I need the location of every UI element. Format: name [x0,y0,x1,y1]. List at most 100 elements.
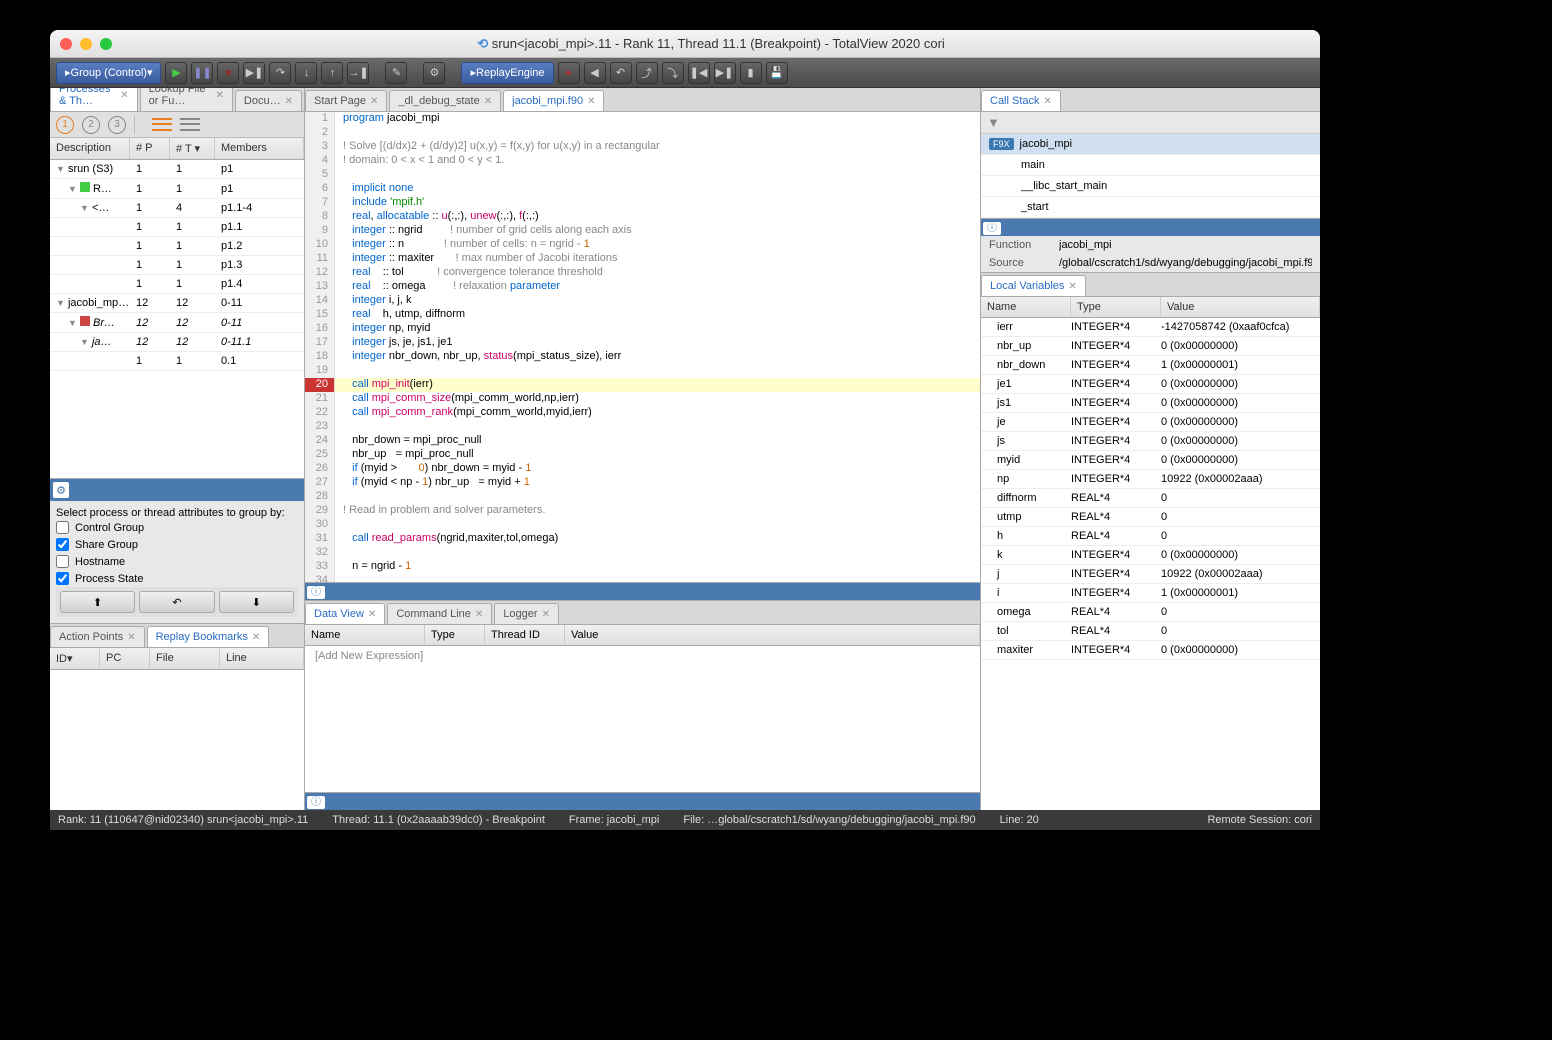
process-row[interactable]: ▼ srun (S3)11p1 [50,160,304,179]
tab-jacobi-source[interactable]: jacobi_mpi.f90✕ [503,90,604,111]
close-icon[interactable]: ✕ [484,96,492,107]
code-line[interactable]: 29! Read in problem and solver parameter… [305,504,980,518]
tab-replay-bookmarks[interactable]: Replay Bookmarks✕ [147,626,270,647]
process-table[interactable]: ▼ srun (S3)11p1▼ R…11p1▼ <…14p1.1-411p1.… [50,160,304,478]
variable-row[interactable]: maxiterINTEGER*40 (0x00000000) [981,641,1320,660]
col-pc[interactable]: PC [100,648,150,669]
code-line[interactable]: 20 call mpi_init(ierr) [305,378,980,392]
stack-frame[interactable]: main [981,155,1320,176]
step-over-icon[interactable]: ↷ [269,62,291,84]
col-members[interactable]: Members [215,138,304,159]
variable-row[interactable]: iINTEGER*41 (0x00000001) [981,584,1320,603]
stack-frame[interactable]: F9Xjacobi_mpi [981,134,1320,155]
view-3-button[interactable]: 3 [108,116,126,134]
variable-row[interactable]: npINTEGER*410922 (0x00002aaa) [981,470,1320,489]
process-row[interactable]: ▼ Br…12120-11 [50,313,304,333]
process-row[interactable]: 11p1.2 [50,237,304,256]
col-id[interactable]: ID▾ [50,648,100,669]
code-line[interactable]: 21 call mpi_comm_size(mpi_comm_world,np,… [305,392,980,406]
run-to-icon[interactable]: →❚ [347,62,369,84]
col-dv-value[interactable]: Value [565,625,980,645]
replay-engine-button[interactable]: ▸ ReplayEngine [461,62,553,84]
step-icon[interactable]: ▶❚ [243,62,265,84]
variable-row[interactable]: myidINTEGER*40 (0x00000000) [981,451,1320,470]
step-out-icon[interactable]: ↑ [321,62,343,84]
stack-frame[interactable]: __libc_start_main [981,176,1320,197]
code-line[interactable]: 11 integer :: maxiter ! max number of Ja… [305,252,980,266]
tab-lookup[interactable]: Lookup File or Fu…✕ [140,88,233,111]
attr-checkbox[interactable]: Control Group [56,519,298,536]
code-line[interactable]: 5 [305,168,980,182]
code-line[interactable]: 16 integer np, myid [305,322,980,336]
code-line[interactable]: 9 integer :: ngrid ! number of grid cell… [305,224,980,238]
minimize-window-icon[interactable] [80,38,92,50]
close-icon[interactable]: ✕ [285,96,293,107]
variable-row[interactable]: js1INTEGER*40 (0x00000000) [981,394,1320,413]
code-line[interactable]: 1program jacobi_mpi [305,112,980,126]
close-window-icon[interactable] [60,38,72,50]
col-var-name[interactable]: Name [981,297,1071,317]
variable-row[interactable]: ierrINTEGER*4-1427058742 (0xaaf0cfca) [981,318,1320,337]
settings-icon[interactable]: ⚙ [423,62,445,84]
attr-checkbox[interactable]: Hostname [56,553,298,570]
process-row[interactable]: ▼ <…14p1.1-4 [50,199,304,218]
code-line[interactable]: 12 real :: tol ! convergence tolerance t… [305,266,980,280]
code-line[interactable]: 28 [305,490,980,504]
variable-row[interactable]: hREAL*40 [981,527,1320,546]
variable-row[interactable]: jINTEGER*410922 (0x00002aaa) [981,565,1320,584]
skip-back-icon[interactable]: ❚◀ [688,62,710,84]
variable-row[interactable]: jsINTEGER*40 (0x00000000) [981,432,1320,451]
code-line[interactable]: 33 n = ngrid - 1 [305,560,980,574]
tab-start-page[interactable]: Start Page✕ [305,90,387,111]
code-line[interactable]: 19 [305,364,980,378]
code-line[interactable]: 6 implicit none [305,182,980,196]
col-dv-thread[interactable]: Thread ID [485,625,565,645]
code-line[interactable]: 15 real h, utmp, diffnorm [305,308,980,322]
process-row[interactable]: 110.1 [50,352,304,371]
code-line[interactable]: 32 [305,546,980,560]
code-line[interactable]: 25 nbr_up = mpi_proc_null [305,448,980,462]
col-p[interactable]: # P [130,138,170,159]
process-row[interactable]: ▼ ja…12120-11.1 [50,333,304,352]
group-control-button[interactable]: ▸ Group (Control) ▾ [56,62,161,84]
flat-view-icon[interactable] [180,117,200,133]
variable-row[interactable]: nbr_upINTEGER*40 (0x00000000) [981,337,1320,356]
local-vars-table[interactable]: ierrINTEGER*4-1427058742 (0xaaf0cfca)nbr… [981,318,1320,810]
code-line[interactable]: 10 integer :: n ! number of cells: n = n… [305,238,980,252]
process-row[interactable]: 11p1.3 [50,256,304,275]
variable-row[interactable]: kINTEGER*40 (0x00000000) [981,546,1320,565]
variable-row[interactable]: je1INTEGER*40 (0x00000000) [981,375,1320,394]
code-line[interactable]: 31 call read_params(ngrid,maxiter,tol,om… [305,532,980,546]
view-1-button[interactable]: 1 [56,116,74,134]
col-var-value[interactable]: Value [1161,297,1320,317]
variable-row[interactable]: utmpREAL*40 [981,508,1320,527]
tree-view-icon[interactable] [152,117,172,133]
code-line[interactable]: 23 [305,420,980,434]
col-var-type[interactable]: Type [1071,297,1161,317]
code-line[interactable]: 26 if (myid > 0) nbr_down = myid - 1 [305,462,980,476]
code-line[interactable]: 14 integer i, j, k [305,294,980,308]
close-icon[interactable]: ✕ [370,96,378,107]
tab-action-points[interactable]: Action Points✕ [50,626,145,647]
code-line[interactable]: 24 nbr_down = mpi_proc_null [305,434,980,448]
stop-icon[interactable]: ■ [217,62,239,84]
attr-checkbox[interactable]: Share Group [56,536,298,553]
pause-icon[interactable]: ❚❚ [191,62,213,84]
bookmark-icon[interactable]: ▮ [740,62,762,84]
stack-frame[interactable]: _start [981,197,1320,218]
attr-checkbox[interactable]: Process State [56,570,298,587]
variable-row[interactable]: nbr_downINTEGER*41 (0x00000001) [981,356,1320,375]
maximize-window-icon[interactable] [100,38,112,50]
rev-play-icon[interactable]: ◀ [584,62,606,84]
tab-processes[interactable]: Processes & Th…✕ [50,88,138,111]
code-line[interactable]: 3! Solve [(d/dx)2 + (d/dy)2] u(x,y) = f(… [305,140,980,154]
code-line[interactable]: 27 if (myid < np - 1) nbr_up = myid + 1 [305,476,980,490]
tab-local-vars[interactable]: Local Variables✕ [981,275,1086,296]
rev-step-icon[interactable]: ⤴ [636,62,658,84]
code-line[interactable]: 2 [305,126,980,140]
process-row[interactable]: 11p1.1 [50,218,304,237]
close-icon[interactable]: ✕ [542,609,550,620]
tab-docu[interactable]: Docu…✕ [235,90,302,111]
close-icon[interactable]: ✕ [216,90,224,101]
save-icon[interactable]: 💾 [766,62,788,84]
